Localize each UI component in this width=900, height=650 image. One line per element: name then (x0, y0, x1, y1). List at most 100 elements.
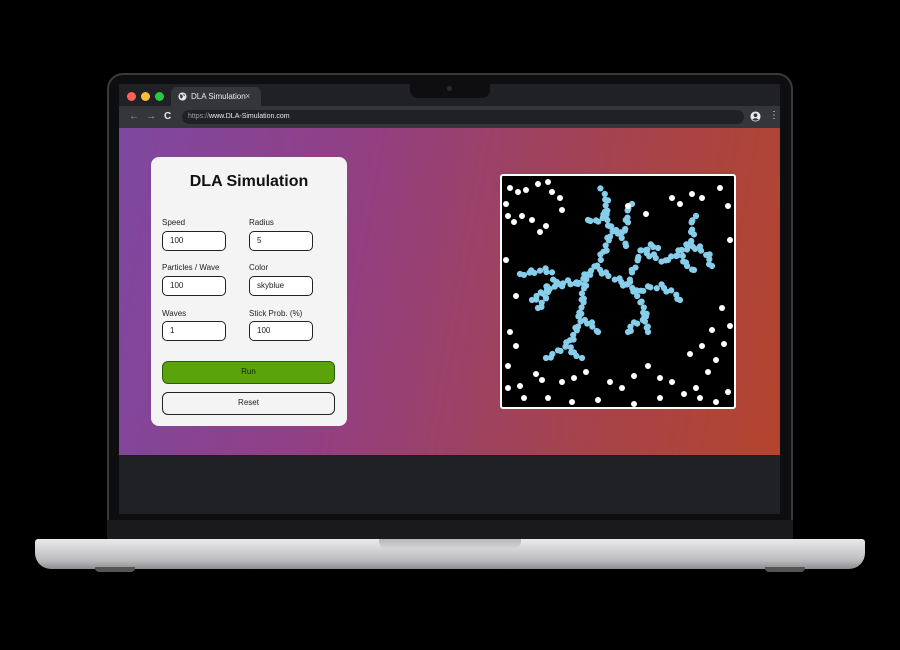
stick-prob-label: Stick Prob. (%) (249, 309, 303, 318)
cluster-particle (626, 276, 633, 283)
address-bar[interactable]: https://www.DLA-Simulation.com (182, 110, 744, 124)
tab-close-icon[interactable]: × (245, 87, 250, 106)
free-particle (549, 189, 555, 195)
speed-label: Speed (162, 218, 186, 227)
free-particle (569, 399, 575, 405)
free-particle (677, 201, 683, 207)
cluster-particle (563, 339, 570, 346)
cluster-particle (526, 269, 533, 276)
free-particle (523, 187, 529, 193)
free-particle (725, 389, 731, 395)
cluster-particle (534, 304, 542, 312)
cluster-particle (652, 254, 659, 262)
browser-toolbar: ← → C https://www.DLA-Simulation.com ⋮ (119, 106, 780, 128)
free-particle (559, 207, 565, 213)
free-particle (513, 293, 519, 299)
free-particle (713, 399, 719, 405)
free-particle (725, 203, 731, 209)
run-button[interactable]: Run (162, 361, 335, 384)
cluster-particle (548, 269, 556, 276)
free-particle (631, 373, 637, 379)
free-particle (721, 341, 727, 347)
free-particle (699, 195, 705, 201)
tab-title: DLA Simulation (191, 92, 246, 101)
radius-input[interactable]: 5 (249, 231, 313, 251)
cluster-particle (592, 217, 600, 224)
cluster-particle (528, 296, 536, 304)
free-particle (515, 189, 521, 195)
free-particle (727, 323, 733, 329)
cluster-particle (584, 216, 592, 224)
free-particle (643, 211, 649, 217)
cluster-particle (640, 287, 647, 295)
cluster-particle (605, 272, 612, 280)
free-particle (719, 305, 725, 311)
free-particle (631, 401, 637, 407)
menu-icon[interactable]: ⋮ (769, 109, 779, 123)
free-particle (507, 329, 513, 335)
free-particle (545, 395, 551, 401)
cluster-particle (542, 265, 549, 272)
free-particle (697, 395, 703, 401)
cluster-particle (536, 267, 544, 274)
stick-prob-input[interactable]: 100 (249, 321, 313, 341)
cluster-particle (679, 252, 686, 260)
cluster-particle (542, 354, 550, 362)
reload-button[interactable]: C (164, 110, 171, 124)
free-particle (693, 385, 699, 391)
free-particle (537, 229, 543, 235)
cluster-particle (554, 347, 562, 354)
cluster-particle (647, 284, 654, 291)
cluster-particle (594, 328, 602, 336)
url-scheme: https:// (188, 113, 210, 120)
cluster-particle (618, 234, 625, 242)
cluster-particle (676, 296, 684, 304)
back-button[interactable]: ← (129, 110, 139, 124)
free-particles (503, 179, 733, 407)
cluster-particle (545, 288, 552, 296)
free-particle (727, 237, 733, 243)
window-minimize-button[interactable] (141, 92, 150, 101)
cluster-particle (675, 247, 682, 254)
cluster-particle (683, 241, 690, 248)
cluster-particle (597, 185, 604, 192)
free-particle (625, 203, 631, 209)
free-particle (543, 223, 549, 229)
window-maximize-button[interactable] (155, 92, 164, 101)
free-particle (559, 379, 565, 385)
color-input[interactable]: skyblue (249, 276, 313, 296)
free-particle (583, 369, 589, 375)
free-particle (505, 363, 511, 369)
cluster-particle (697, 247, 705, 254)
simulation-canvas[interactable] (500, 174, 736, 409)
cluster-particle (622, 242, 630, 250)
free-particle (505, 385, 511, 391)
cluster-particle (622, 225, 629, 233)
particles-input[interactable]: 100 (162, 276, 226, 296)
tab-dla-simulation[interactable]: DLA Simulation × (171, 87, 261, 106)
speed-input[interactable]: 100 (162, 231, 226, 251)
cluster-particle (516, 270, 524, 278)
profile-icon[interactable] (750, 111, 761, 122)
free-particle (503, 201, 509, 207)
reset-button[interactable]: Reset (162, 392, 335, 415)
window-close-button[interactable] (127, 92, 136, 101)
cluster-particle (550, 276, 557, 283)
forward-button[interactable]: → (146, 110, 156, 124)
browser-window: DLA Simulation × ← → C https://www.DLA-S… (119, 84, 780, 514)
cluster-particle (634, 292, 641, 300)
camera-icon (447, 86, 452, 91)
cluster-particle (668, 287, 675, 294)
cluster-particle (635, 253, 642, 261)
laptop-hinge (107, 520, 793, 540)
cluster-particle (543, 283, 550, 290)
cluster-particle (624, 328, 632, 336)
free-particle (529, 217, 535, 223)
globe-icon (178, 92, 187, 101)
laptop-foot (765, 567, 805, 572)
cluster-particle (708, 262, 716, 270)
free-particle (533, 371, 539, 377)
waves-input[interactable]: 1 (162, 321, 226, 341)
cluster-particle (573, 352, 580, 360)
cluster-particle (624, 214, 631, 221)
